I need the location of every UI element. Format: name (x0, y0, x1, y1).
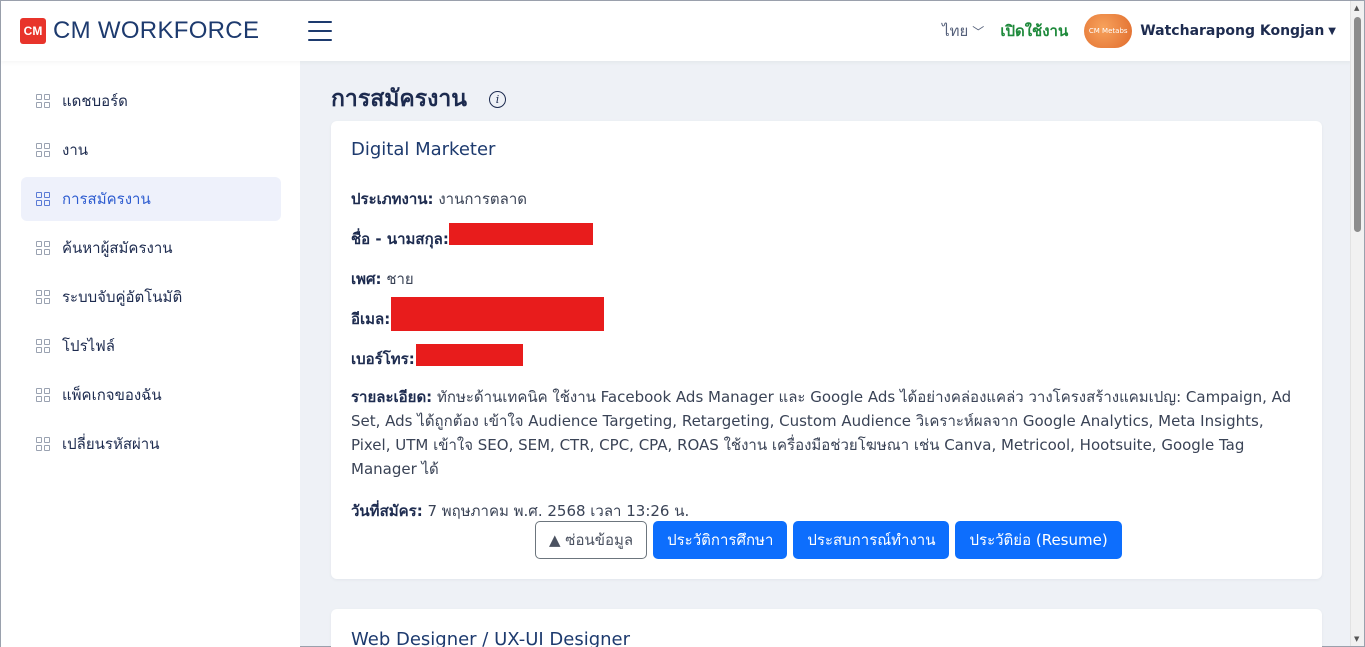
scroll-down-arrow-icon[interactable]: ▼ (1354, 635, 1359, 643)
job-type-field: ประเภทงาน: งานการตลาด (351, 187, 527, 211)
job-title: Web Designer / UX-UI Designer (351, 629, 631, 647)
user-menu[interactable]: Watcharapong Kongjan ▼ (1140, 23, 1336, 39)
gender-value: ชาย (386, 270, 414, 288)
activate-link[interactable]: เปิดใช้งาน (1000, 19, 1068, 43)
sidebar-item-jobs[interactable]: งาน (21, 128, 281, 172)
header-actions: ไทย ﹀ เปิดใช้งาน CM Metabs Watcharapong … (942, 14, 1352, 48)
info-icon[interactable]: i (489, 90, 507, 108)
card-actions: ▲ ซ่อนข้อมูล ประวัติการศึกษา ประสบการณ์ท… (535, 521, 1128, 559)
grid-icon (36, 339, 50, 353)
grid-icon (36, 388, 50, 402)
caret-down-icon: ▼ (1328, 25, 1336, 37)
name-field: ชื่อ - นามสกุล: (351, 227, 449, 251)
sidebar-item-label: แดชบอร์ด (62, 92, 128, 110)
logo-mark: CM (20, 18, 46, 44)
grid-icon (36, 94, 50, 108)
gender-field: เพศ: ชาย (351, 267, 414, 291)
email-label: อีเมล: (351, 310, 391, 328)
redacted-name-block (449, 223, 593, 245)
scroll-thumb[interactable] (1354, 17, 1361, 232)
redacted-phone-block (416, 344, 523, 366)
hide-details-button[interactable]: ▲ ซ่อนข้อมูล (535, 521, 648, 559)
sidebar-item-profile[interactable]: โปรไฟล์ (21, 324, 281, 368)
sidebar-item-label: เปลี่ยนรหัสผ่าน (62, 435, 160, 453)
resume-button[interactable]: ประวัติย่อ (Resume) (955, 521, 1122, 559)
sidebar-item-label: แพ็คเกจของฉัน (62, 386, 162, 404)
sidebar-item-my-package[interactable]: แพ็คเกจของฉัน (21, 373, 281, 417)
work-experience-button[interactable]: ประสบการณ์ทำงาน (793, 521, 950, 559)
chevron-down-icon: ﹀ (972, 24, 985, 39)
page-title: การสมัครงาน (331, 86, 468, 112)
details-field: รายละเอียด: ทักษะด้านเทคนิค ใช้งาน Faceb… (351, 385, 1301, 481)
scroll-up-arrow-icon[interactable]: ▲ (1354, 4, 1359, 12)
job-type-value: งานการตลาด (438, 190, 527, 208)
sidebar: แดชบอร์ด งาน การสมัครงาน ค้นหาผู้สมัครงา… (1, 61, 300, 647)
applied-date-field: วันที่สมัคร: 7 พฤษภาคม พ.ศ. 2568 เวลา 13… (351, 499, 689, 523)
job-title: Digital Marketer (351, 139, 496, 160)
details-label: รายละเอียด: (351, 388, 433, 406)
grid-icon (36, 192, 50, 206)
phone-label: เบอร์โทร: (351, 350, 415, 368)
grid-icon (36, 290, 50, 304)
sidebar-item-search-applicants[interactable]: ค้นหาผู้สมัครงาน (21, 226, 281, 270)
application-card: Digital Marketer ประเภทงาน: งานการตลาด ช… (331, 121, 1322, 579)
sidebar-item-label: โปรไฟล์ (62, 337, 115, 355)
applied-date-label: วันที่สมัคร: (351, 502, 423, 520)
avatar[interactable]: CM Metabs (1084, 14, 1133, 48)
sidebar-item-change-password[interactable]: เปลี่ยนรหัสผ่าน (21, 422, 281, 466)
sidebar-item-label: งาน (62, 141, 89, 159)
sidebar-item-label: การสมัครงาน (62, 190, 151, 208)
grid-icon (36, 437, 50, 451)
name-label: ชื่อ - นามสกุล: (351, 230, 449, 248)
language-label: ไทย (942, 22, 969, 40)
sidebar-item-label: ระบบจับคู่อัตโนมัติ (62, 288, 183, 306)
page-title-row: การสมัครงาน i (331, 81, 507, 117)
menu-toggle-icon[interactable] (308, 21, 333, 41)
applied-date-value: 7 พฤษภาคม พ.ศ. 2568 เวลา 13:26 น. (427, 502, 690, 520)
email-field: อีเมล: (351, 307, 390, 331)
sidebar-item-applications[interactable]: การสมัครงาน (21, 177, 281, 221)
main-content: การสมัครงาน i Digital Marketer ประเภทงาน… (301, 61, 1352, 647)
job-type-label: ประเภทงาน: (351, 190, 434, 208)
sidebar-item-dashboard[interactable]: แดชบอร์ด (21, 79, 281, 123)
application-card: Web Designer / UX-UI Designer (331, 609, 1322, 647)
logo-text: CM WORKFORCE (53, 17, 260, 44)
top-header: CM CM WORKFORCE ไทย ﹀ เปิดใช้งาน CM Meta… (1, 1, 1352, 61)
sidebar-item-label: ค้นหาผู้สมัครงาน (62, 239, 173, 257)
brand-logo[interactable]: CM CM WORKFORCE (20, 17, 259, 45)
gender-label: เพศ: (351, 270, 382, 288)
redacted-email-block (391, 297, 604, 331)
sidebar-item-auto-matching[interactable]: ระบบจับคู่อัตโนมัติ (21, 275, 281, 319)
page-scrollbar[interactable]: ▲ ▼ (1350, 1, 1364, 646)
username-label: Watcharapong Kongjan (1140, 23, 1325, 39)
grid-icon (36, 241, 50, 255)
grid-icon (36, 143, 50, 157)
language-selector[interactable]: ไทย ﹀ (942, 19, 984, 43)
education-history-button[interactable]: ประวัติการศึกษา (653, 521, 788, 559)
phone-field: เบอร์โทร: (351, 347, 415, 371)
details-value: ทักษะด้านเทคนิค ใช้งาน Facebook Ads Mana… (351, 388, 1292, 478)
